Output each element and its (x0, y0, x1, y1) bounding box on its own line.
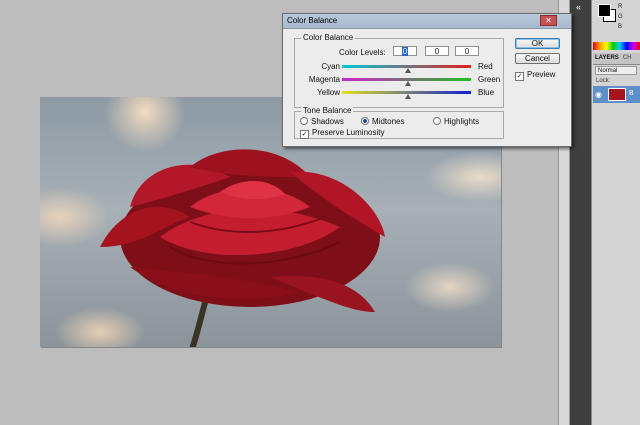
dialog-titlebar[interactable]: Color Balance ✕ (283, 14, 571, 29)
tab-layers[interactable]: LAYERS (593, 53, 621, 63)
slider-thumb-icon[interactable] (405, 68, 411, 73)
color-balance-dialog: Color Balance ✕ Color Balance Color Leve… (282, 13, 572, 147)
slider-thumb-icon[interactable] (405, 81, 411, 86)
foreground-color-swatch[interactable] (598, 4, 611, 17)
blue-label: Blue (478, 88, 495, 97)
ok-button[interactable]: OK (515, 38, 560, 49)
layer-name[interactable]: B (629, 90, 634, 97)
layers-panel-tabs: LAYERS CH (593, 53, 640, 65)
preview-checkbox[interactable]: ✓ Preview (515, 70, 555, 81)
midtones-radio[interactable]: Midtones (361, 117, 404, 126)
check-icon: ✓ (515, 72, 524, 81)
shadows-radio[interactable]: Shadows (300, 117, 344, 126)
layer-thumbnail (608, 88, 626, 101)
tone-balance-group: Tone Balance Shadows Midtones Highlights… (294, 106, 504, 139)
tools-dock: « (570, 0, 591, 425)
red-label: Red (478, 62, 493, 71)
yellow-label: Yellow (317, 88, 340, 97)
color-levels-label: Color Levels: (339, 48, 386, 57)
close-icon: ✕ (545, 16, 552, 25)
lock-row: Lock: (596, 78, 610, 84)
magenta-green-slider[interactable]: Magenta Green (295, 75, 503, 86)
preserve-luminosity-checkbox[interactable]: ✓ Preserve Luminosity (300, 128, 384, 139)
color-level-2-input[interactable]: 0 (425, 46, 449, 56)
color-level-3-input[interactable]: 0 (455, 46, 479, 56)
tab-channels[interactable]: CH (621, 53, 634, 63)
eye-icon[interactable]: ◉ (595, 90, 602, 99)
highlights-radio[interactable]: Highlights (433, 117, 479, 126)
collapse-icon[interactable]: « (576, 2, 581, 12)
lock-label: Lock: (596, 78, 611, 84)
color-ramp[interactable] (593, 42, 640, 50)
dialog-title: Color Balance (287, 16, 338, 25)
green-label: Green (478, 75, 501, 84)
cyan-red-slider[interactable]: Cyan Red (295, 62, 503, 73)
magenta-label: Magenta (308, 75, 340, 84)
layer-row[interactable]: ◉ B (593, 86, 640, 103)
rgb-labels: R G B (618, 4, 623, 30)
tone-balance-legend: Tone Balance (301, 106, 354, 115)
blend-mode-select[interactable]: Normal (595, 66, 637, 75)
close-button[interactable]: ✕ (540, 15, 557, 26)
slider-thumb-icon[interactable] (405, 94, 411, 99)
color-level-1-input[interactable]: 0 (393, 46, 417, 56)
color-balance-group: Color Balance Color Levels: 0 0 0 Cyan R… (294, 33, 504, 108)
check-icon: ✓ (300, 130, 309, 139)
cancel-button[interactable]: Cancel (515, 53, 560, 64)
yellow-blue-slider[interactable]: Yellow Blue (295, 88, 503, 99)
color-balance-legend: Color Balance (301, 33, 356, 42)
cyan-label: Cyan (321, 62, 340, 71)
